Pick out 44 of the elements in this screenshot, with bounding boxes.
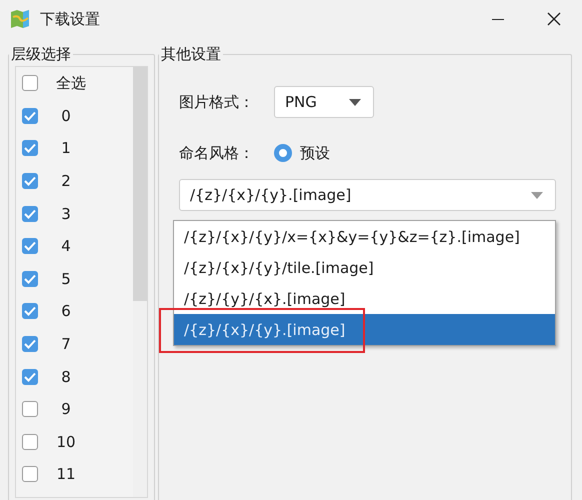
format-label: 图片格式： [179,92,254,112]
dropdown-option[interactable]: /{z}/{x}/{y}/x={x}&y={y}&z={z}.[image] [174,221,555,252]
dropdown-option[interactable]: /{z}/{y}/{x}.[image] [174,283,555,314]
dropdown-option[interactable]: /{z}/{x}/{y}.[image] [174,314,555,345]
radio-label: 预设 [300,144,330,162]
checkbox[interactable] [22,466,38,482]
dropdown-option[interactable]: /{z}/{x}/{y}/tile.[image] [174,252,555,283]
checkbox[interactable] [22,75,38,92]
window-title: 下载设置 [40,10,101,28]
checkbox[interactable] [22,401,38,418]
level-label: 1 [60,139,72,158]
checkbox[interactable] [22,173,38,190]
level-label: 6 [60,302,72,320]
level-label: 4 [60,237,72,256]
level-label: 11 [56,465,76,484]
level-label: 9 [60,400,72,418]
checkbox[interactable] [22,368,38,385]
level-label: 2 [60,172,72,190]
level-label: 7 [60,335,72,354]
checkbox[interactable] [22,434,38,450]
checkbox[interactable] [22,140,38,156]
template-dropdown[interactable]: /{z}/{x}/{y}.[image] [179,179,556,211]
checkbox[interactable] [22,303,38,320]
format-dropdown[interactable]: PNG [274,86,374,118]
minimize-icon [492,18,504,20]
naming-label: 命名风格： [179,144,254,162]
level-label: 8 [60,368,72,386]
radio-button[interactable] [274,144,292,162]
level-label: 0 [60,106,72,125]
map-icon [10,9,30,29]
level-label: 全选 [56,74,86,93]
close-icon [547,12,561,26]
group-title: 层级选择 [10,45,72,64]
group-title: 其他设置 [160,45,222,64]
level-label: 5 [60,270,72,288]
checkbox[interactable] [22,238,38,254]
caret-icon [349,98,361,106]
checkbox[interactable] [22,270,38,287]
checkbox[interactable] [22,336,38,352]
level-label: 3 [60,204,72,223]
caret-icon [531,192,543,198]
checkbox[interactable] [22,108,38,124]
level-label: 10 [56,432,76,451]
checkbox[interactable] [22,206,38,222]
